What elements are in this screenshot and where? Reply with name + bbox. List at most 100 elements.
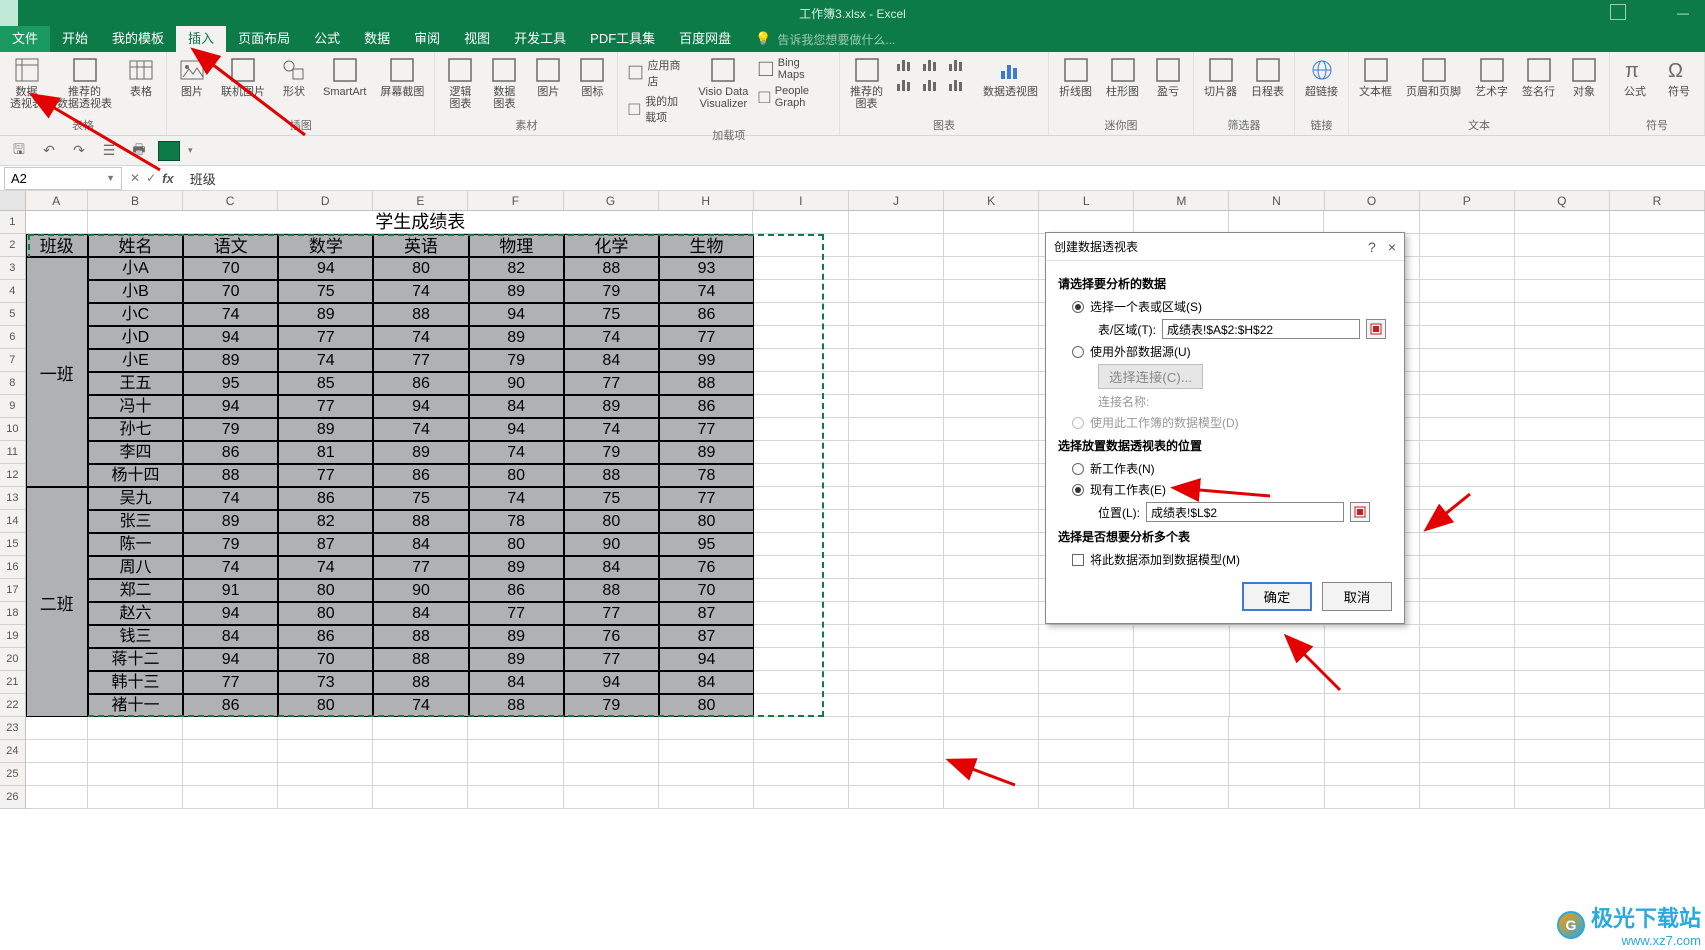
row-header-21[interactable]: 21 [0, 671, 26, 694]
data-cell[interactable]: 90 [564, 533, 659, 556]
name-box-dropdown-icon[interactable]: ▼ [106, 173, 115, 183]
class-merge-1[interactable]: 一班 [26, 257, 88, 487]
ribbon-display-options[interactable] [1610, 4, 1626, 20]
row-header-5[interactable]: 5 [0, 303, 26, 326]
checkbox-add-to-model[interactable] [1072, 554, 1084, 566]
chart-type-icon[interactable] [895, 56, 919, 74]
cell-P13[interactable] [1420, 487, 1515, 510]
col-header-L[interactable]: L [1039, 191, 1134, 210]
data-cell[interactable]: 94 [183, 602, 278, 625]
data-cell[interactable]: 韩十三 [88, 671, 183, 694]
cell-N25[interactable] [1229, 763, 1324, 786]
cell-M1[interactable] [1134, 211, 1229, 234]
chart-type-icon[interactable] [921, 56, 945, 74]
cell-C26[interactable] [183, 786, 278, 809]
cell-I5[interactable] [754, 303, 849, 326]
cell-R15[interactable] [1610, 533, 1705, 556]
data-cell[interactable]: 88 [373, 303, 468, 326]
col-header-E[interactable]: E [373, 191, 468, 210]
data-cell[interactable]: 80 [564, 510, 659, 533]
cell-F23[interactable] [468, 717, 563, 740]
cell-O21[interactable] [1325, 671, 1420, 694]
col-header-N[interactable]: N [1229, 191, 1324, 210]
cell-K15[interactable] [944, 533, 1039, 556]
cell-Q1[interactable] [1515, 211, 1610, 234]
online-picture-button[interactable]: 联机图片 [217, 54, 269, 100]
data-cell[interactable]: 86 [659, 303, 754, 326]
cell-K16[interactable] [944, 556, 1039, 579]
row-header-19[interactable]: 19 [0, 625, 26, 648]
chart-type-icon[interactable] [947, 76, 971, 94]
cell-G25[interactable] [564, 763, 659, 786]
cell-P17[interactable] [1420, 579, 1515, 602]
cell-K1[interactable] [944, 211, 1039, 234]
save-icon[interactable]: 🖫 [8, 140, 30, 162]
cell-J16[interactable] [849, 556, 944, 579]
data-cell[interactable]: 74 [469, 487, 564, 510]
cell-Q11[interactable] [1515, 441, 1610, 464]
data-cell[interactable]: 80 [278, 579, 373, 602]
cell-O24[interactable] [1325, 740, 1420, 763]
cell-P25[interactable] [1420, 763, 1515, 786]
cell-J17[interactable] [849, 579, 944, 602]
cell-Q5[interactable] [1515, 303, 1610, 326]
cell-J23[interactable] [849, 717, 944, 740]
sparkline-line-button[interactable]: 折线图 [1055, 54, 1096, 100]
cell-B23[interactable] [88, 717, 183, 740]
cell-H25[interactable] [659, 763, 754, 786]
row-header-20[interactable]: 20 [0, 648, 26, 671]
data-cell[interactable]: 小C [88, 303, 183, 326]
cell-K20[interactable] [944, 648, 1039, 671]
cell-L25[interactable] [1039, 763, 1134, 786]
data-cell[interactable]: 74 [373, 280, 468, 303]
cell-header-F[interactable]: 物理 [469, 234, 564, 257]
data-cell[interactable]: 89 [373, 441, 468, 464]
data-cell[interactable]: 89 [469, 280, 564, 303]
data-cell[interactable]: 91 [183, 579, 278, 602]
data-cell[interactable]: 74 [278, 349, 373, 372]
cell-R2[interactable] [1610, 234, 1705, 257]
row-header-4[interactable]: 4 [0, 280, 26, 303]
data-cell[interactable]: 80 [373, 257, 468, 280]
col-header-R[interactable]: R [1610, 191, 1705, 210]
data-cell[interactable]: 78 [469, 510, 564, 533]
cell-Q21[interactable] [1515, 671, 1610, 694]
data-cell[interactable]: 89 [183, 349, 278, 372]
minimize-icon[interactable]: — [1669, 6, 1697, 20]
cell-K25[interactable] [944, 763, 1039, 786]
dialog-close-icon[interactable]: × [1388, 239, 1396, 255]
cell-A26[interactable] [26, 786, 88, 809]
cell-J4[interactable] [849, 280, 944, 303]
data-cell[interactable]: 94 [183, 326, 278, 349]
data-cell[interactable]: 84 [469, 395, 564, 418]
tab-data[interactable]: 数据 [352, 26, 402, 52]
cell-R6[interactable] [1610, 326, 1705, 349]
data-cell[interactable]: 88 [564, 257, 659, 280]
cell-M25[interactable] [1134, 763, 1229, 786]
tab-mytemplates[interactable]: 我的模板 [100, 26, 176, 52]
cell-I13[interactable] [754, 487, 849, 510]
cell-R4[interactable] [1610, 280, 1705, 303]
dialog-help-icon[interactable]: ? [1368, 239, 1376, 255]
cell-J26[interactable] [849, 786, 944, 809]
data-cell[interactable]: 85 [278, 372, 373, 395]
cell-Q12[interactable] [1515, 464, 1610, 487]
cell-I19[interactable] [754, 625, 849, 648]
cell-P16[interactable] [1420, 556, 1515, 579]
collapse-range-icon[interactable] [1366, 319, 1386, 339]
cell-I17[interactable] [754, 579, 849, 602]
cell-I20[interactable] [754, 648, 849, 671]
col-header-K[interactable]: K [944, 191, 1039, 210]
data-cell[interactable]: 84 [373, 533, 468, 556]
data-cell[interactable]: 74 [278, 556, 373, 579]
recommended-pivot-button[interactable]: 推荐的 数据透视表 [53, 54, 116, 112]
cell-header-D[interactable]: 数学 [278, 234, 373, 257]
data-cell[interactable]: 88 [183, 464, 278, 487]
accept-formula-icon[interactable]: ✓ [146, 171, 156, 186]
data-cell[interactable]: 89 [183, 510, 278, 533]
data-cell[interactable]: 74 [183, 303, 278, 326]
cell-I10[interactable] [754, 418, 849, 441]
data-cell[interactable]: 74 [564, 326, 659, 349]
col-header-C[interactable]: C [183, 191, 278, 210]
cell-I15[interactable] [754, 533, 849, 556]
